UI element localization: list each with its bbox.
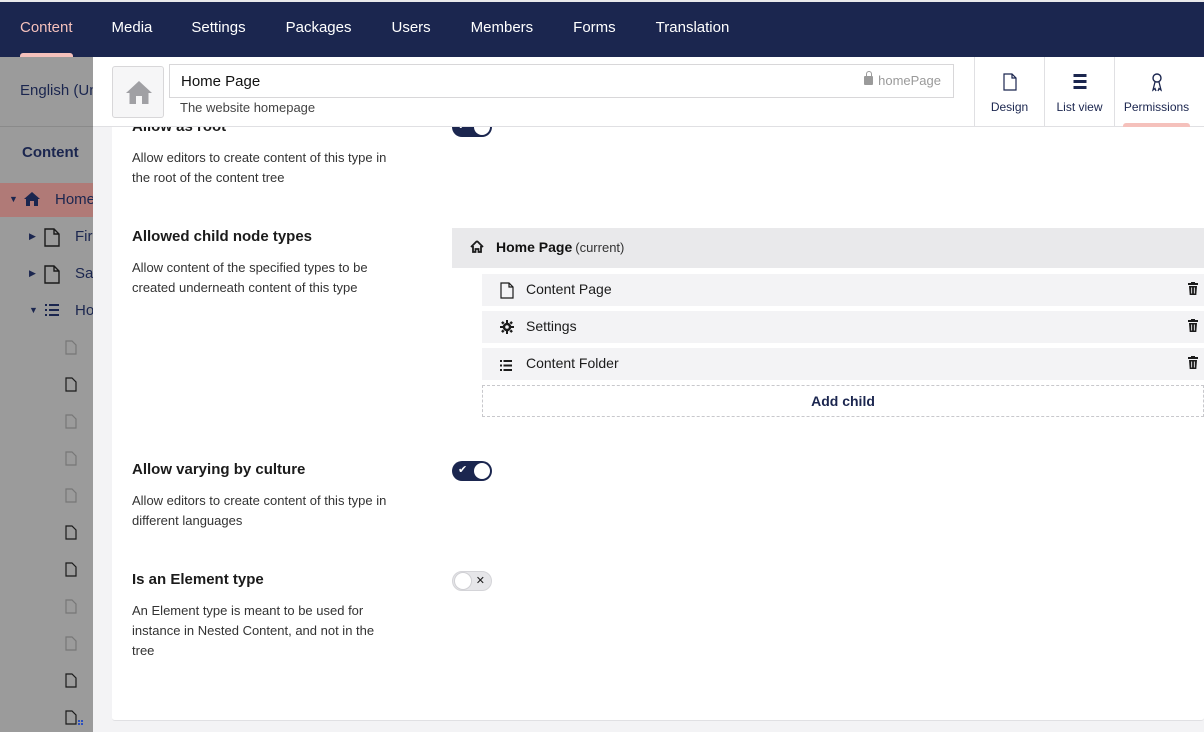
document-icon[interactable] xyxy=(65,340,77,360)
nav-item-packages[interactable]: Packages xyxy=(286,2,352,57)
content-tree-sidebar: English (Un Content ▼ Home ▶ Fir ▶ Sal ▼… xyxy=(0,57,93,732)
tree-item-second[interactable]: ▶ Sal xyxy=(0,257,93,291)
trash-icon[interactable] xyxy=(1188,282,1198,300)
list-icon xyxy=(45,304,59,321)
allow-as-root-toggle[interactable]: ✔ xyxy=(452,127,492,137)
document-grid-icon[interactable] xyxy=(65,710,85,732)
nav-item-media[interactable]: Media xyxy=(112,2,153,57)
language-selector[interactable]: English (Un xyxy=(0,57,93,127)
tree-item-label: Ho xyxy=(75,302,93,319)
caret-right-icon[interactable]: ▶ xyxy=(29,268,36,279)
document-icon[interactable] xyxy=(65,636,77,656)
document-icon xyxy=(1002,73,1017,94)
child-type-row[interactable]: Settings xyxy=(482,311,1204,343)
alias-value: homePage xyxy=(878,73,941,88)
toggle-knob xyxy=(455,573,471,589)
nav-item-users[interactable]: Users xyxy=(391,2,430,57)
close-icon: ✕ xyxy=(475,575,485,587)
document-icon[interactable] xyxy=(65,599,77,619)
vary-by-culture-description: Allow editors to create content of this … xyxy=(132,493,387,528)
app-list-view[interactable]: List view xyxy=(1044,57,1114,127)
element-type-toggle[interactable]: ✕ xyxy=(452,571,492,591)
lock-icon[interactable] xyxy=(864,71,874,85)
app-label: List view xyxy=(1056,100,1103,114)
element-type-description: An Element type is meant to be used for … xyxy=(132,603,375,658)
document-icon xyxy=(44,228,60,251)
child-type-name: Content Folder xyxy=(526,355,619,371)
document-icon[interactable] xyxy=(65,562,77,582)
trash-icon[interactable] xyxy=(1188,356,1198,374)
editor-header: Home Page homePage The website homepage … xyxy=(93,57,1204,127)
toggle-knob xyxy=(474,463,490,479)
app-label: Permissions xyxy=(1123,100,1190,114)
trash-icon[interactable] xyxy=(1188,319,1198,337)
document-icon[interactable] xyxy=(65,451,77,471)
allowed-children-description: Allow content of the specified types to … xyxy=(132,260,368,295)
document-icon xyxy=(500,282,514,304)
editor-apps: Design List view Permissions xyxy=(974,57,1198,127)
toggle-knob xyxy=(474,127,490,135)
document-type-description[interactable]: The website homepage xyxy=(180,100,315,115)
permissions-icon xyxy=(1150,73,1164,95)
gear-icon xyxy=(500,320,514,339)
child-type-name: Settings xyxy=(526,318,577,334)
name-value: Home Page xyxy=(181,73,261,90)
child-type-row[interactable]: Content Page xyxy=(482,274,1204,306)
top-navigation: Content Media Settings Packages Users Me… xyxy=(0,0,1204,57)
list-icon xyxy=(500,358,512,376)
tree-item-label: Fir xyxy=(75,228,93,245)
nav-item-members[interactable]: Members xyxy=(471,2,534,57)
document-type-name-input[interactable]: Home Page homePage xyxy=(169,64,954,98)
nav-item-content[interactable]: Content xyxy=(20,2,73,57)
current-type-row: Home Page (current) xyxy=(452,228,1204,268)
element-type-label: Is an Element type xyxy=(132,571,264,588)
permissions-card: Allow as root Allow editors to create co… xyxy=(112,127,1204,721)
nav-item-translation[interactable]: Translation xyxy=(656,2,730,57)
document-icon xyxy=(44,265,60,288)
section-nav: Content Media Settings Packages Users Me… xyxy=(0,2,1204,57)
home-icon xyxy=(126,81,152,104)
caret-down-icon[interactable]: ▼ xyxy=(9,194,18,204)
tree-item-label: Home xyxy=(55,191,93,208)
document-type-icon-picker[interactable] xyxy=(112,66,164,118)
document-icon[interactable] xyxy=(65,377,77,397)
caret-down-icon[interactable]: ▼ xyxy=(29,305,38,315)
app-label: Design xyxy=(990,100,1029,114)
document-icon[interactable] xyxy=(65,488,77,508)
document-icon[interactable] xyxy=(65,525,77,545)
check-icon: ✔ xyxy=(458,464,468,476)
vary-by-culture-toggle[interactable]: ✔ xyxy=(452,461,492,481)
tree-item-home[interactable]: ▼ Home xyxy=(0,183,93,217)
allow-as-root-description: Allow editors to create content of this … xyxy=(132,150,387,185)
document-type-editor: Home Page homePage The website homepage … xyxy=(93,57,1204,732)
check-icon: ✔ xyxy=(458,127,467,132)
allowed-children-label: Allowed child node types xyxy=(132,228,313,245)
tree-item-label: Sal xyxy=(75,265,93,282)
document-icon[interactable] xyxy=(65,414,77,434)
current-type-name: Home Page (current) xyxy=(496,239,625,255)
child-type-name: Content Page xyxy=(526,281,612,297)
tree-item-first[interactable]: ▶ Fir xyxy=(0,220,93,254)
child-type-row[interactable]: Content Folder xyxy=(482,348,1204,380)
app-permissions[interactable]: Permissions xyxy=(1114,57,1198,127)
add-child-button[interactable]: Add child xyxy=(482,385,1204,417)
nav-item-forms[interactable]: Forms xyxy=(573,2,616,57)
tree-item-third[interactable]: ▼ Ho xyxy=(0,294,93,328)
app-design[interactable]: Design xyxy=(974,57,1044,127)
alias-field[interactable]: homePage xyxy=(864,71,941,88)
document-icon[interactable] xyxy=(65,673,77,693)
home-icon xyxy=(23,191,41,211)
vary-by-culture-label: Allow varying by culture xyxy=(132,461,306,478)
nav-item-settings[interactable]: Settings xyxy=(191,2,245,57)
allow-as-root-label: Allow as root xyxy=(132,127,226,135)
list-view-icon xyxy=(1073,73,1086,93)
home-icon xyxy=(470,240,484,258)
caret-right-icon[interactable]: ▶ xyxy=(29,231,36,242)
current-marker: (current) xyxy=(575,240,625,255)
tree-section-title: Content xyxy=(22,144,79,161)
